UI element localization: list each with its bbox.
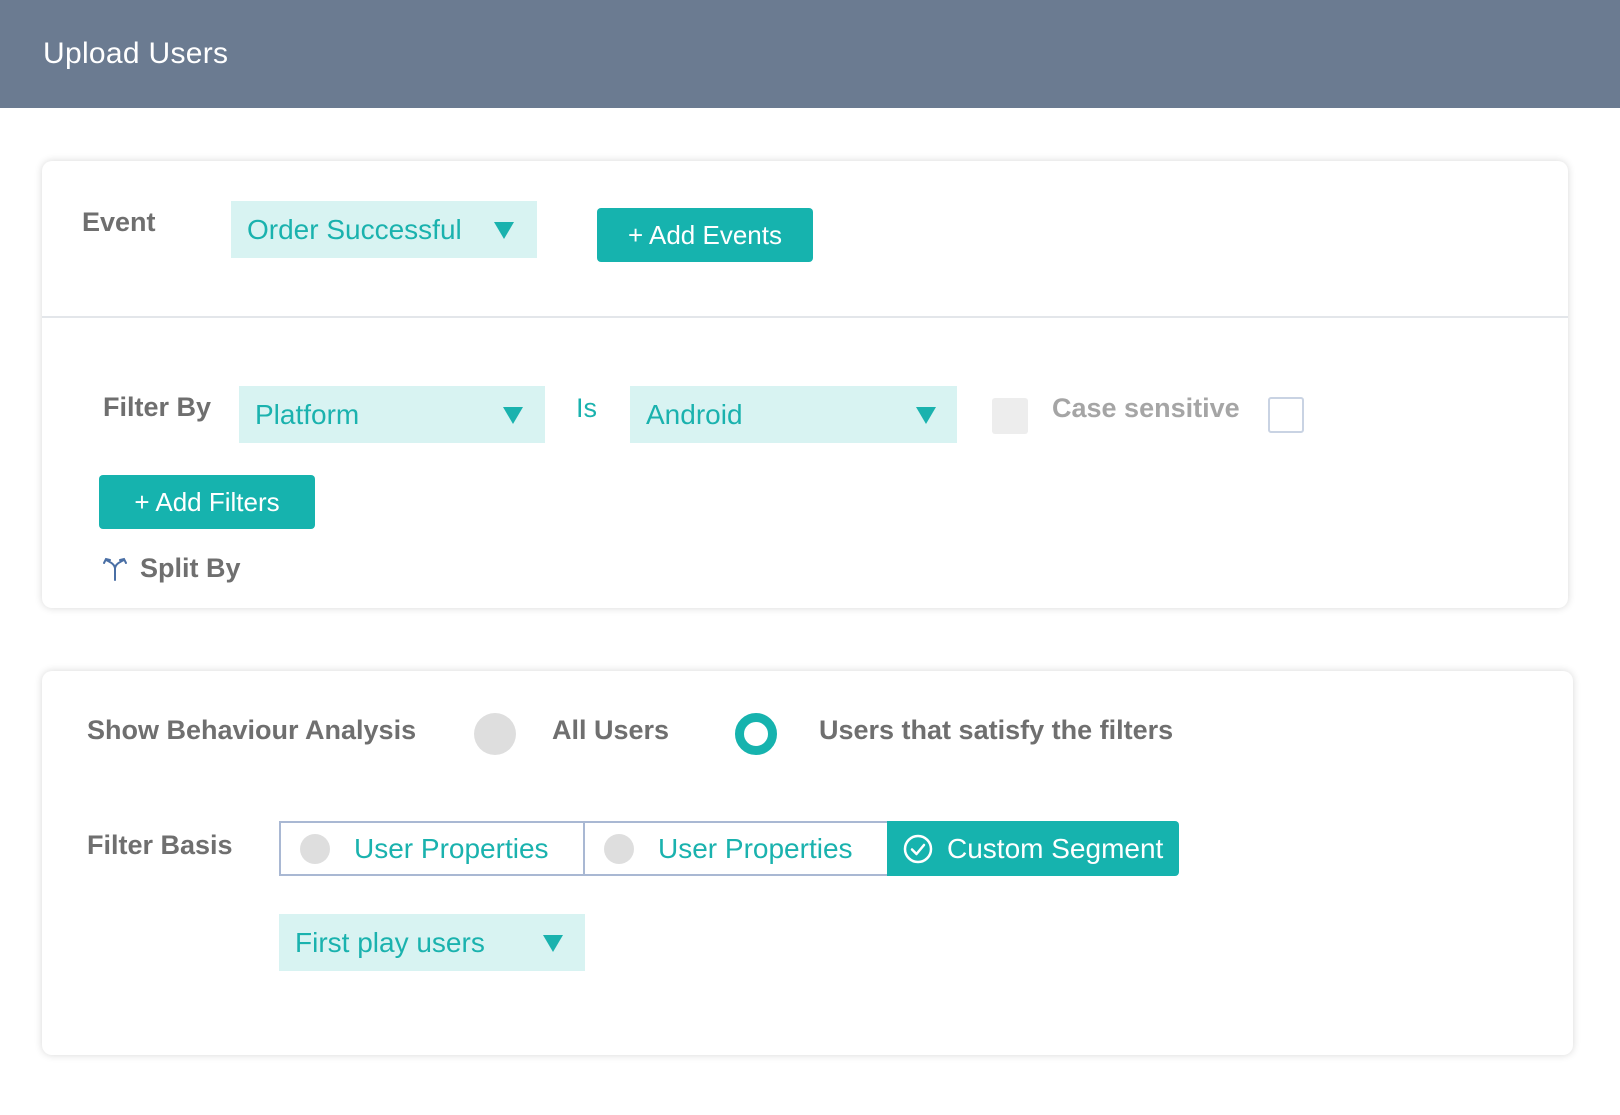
filter-basis-option-2[interactable]: User Properties xyxy=(583,821,889,876)
filter-property-dropdown[interactable]: Platform xyxy=(239,386,545,443)
event-dropdown[interactable]: Order Successful xyxy=(231,201,537,258)
filter-property-value: Platform xyxy=(255,398,360,430)
filter-value: Android xyxy=(646,398,743,430)
filter-basis-option-3-label: Custom Segment xyxy=(947,832,1164,864)
case-sensitive-label: Case sensitive xyxy=(1052,393,1240,423)
filter-basis-label: Filter Basis xyxy=(87,830,233,860)
all-users-radio[interactable] xyxy=(474,713,516,755)
add-events-button[interactable]: + Add Events xyxy=(597,208,813,262)
chevron-down-icon xyxy=(916,406,936,424)
split-by-label: Split By xyxy=(140,553,241,583)
event-filter-card: Event Order Successful + Add Events Filt… xyxy=(42,161,1568,608)
case-sensitive-checkbox[interactable] xyxy=(1268,397,1304,433)
add-filters-button[interactable]: + Add Filters xyxy=(99,475,315,529)
filter-by-label: Filter By xyxy=(103,392,212,422)
event-dropdown-value: Order Successful xyxy=(247,213,462,245)
filter-basis-option-2-label: User Properties xyxy=(658,832,853,864)
behaviour-analysis-label: Show Behaviour Analysis xyxy=(87,715,417,745)
radio-dot xyxy=(604,833,634,864)
check-circle-icon xyxy=(903,834,933,863)
filter-basis-option-3[interactable]: Custom Segment xyxy=(887,821,1179,876)
filter-basis-option-1[interactable]: User Properties xyxy=(279,821,585,876)
segment-dropdown-value: First play users xyxy=(295,926,485,958)
filtered-users-label: Users that satisfy the filters xyxy=(819,715,1174,745)
segment-dropdown[interactable]: First play users xyxy=(279,914,585,971)
page-title: Upload Users xyxy=(43,37,229,70)
radio-dot xyxy=(300,833,330,864)
filter-checkbox[interactable] xyxy=(992,398,1028,434)
split-icon xyxy=(103,557,127,581)
filter-operator[interactable]: Is xyxy=(576,393,597,424)
filter-value-dropdown[interactable]: Android xyxy=(630,386,957,443)
chevron-down-icon xyxy=(494,221,514,239)
split-by-toggle[interactable]: Split By xyxy=(102,553,241,584)
chevron-down-icon xyxy=(543,934,563,952)
filter-basis-option-1-label: User Properties xyxy=(354,832,549,864)
page-header: Upload Users xyxy=(0,0,1620,108)
section-divider xyxy=(42,316,1568,318)
chevron-down-icon xyxy=(503,406,523,424)
event-label: Event xyxy=(82,207,156,237)
behaviour-analysis-card: Show Behaviour Analysis All Users Users … xyxy=(42,671,1573,1055)
filtered-users-radio[interactable] xyxy=(735,713,777,755)
all-users-label: All Users xyxy=(552,715,670,745)
